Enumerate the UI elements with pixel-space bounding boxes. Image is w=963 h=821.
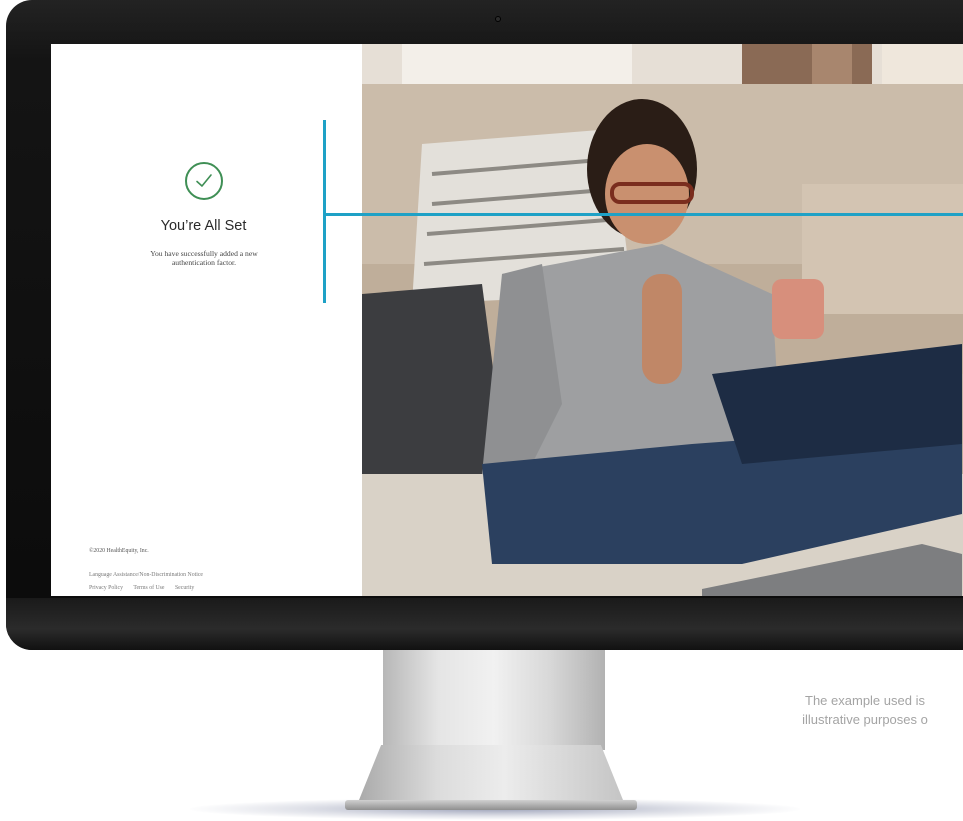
bezel-chin — [6, 598, 963, 650]
security-link[interactable]: Security — [175, 585, 194, 591]
footer-links: Language Assistance/Non-Discrimination N… — [89, 569, 309, 595]
disclaimer-line-1: The example used is — [805, 693, 925, 708]
screen: You’re All Set You have successfully add… — [51, 44, 963, 596]
hero-photo-illustration — [362, 44, 963, 596]
page-title: You’re All Set — [160, 218, 247, 234]
auth-panel: You’re All Set You have successfully add… — [51, 44, 362, 596]
callout-line-vertical — [323, 120, 326, 303]
hero-photo — [362, 44, 963, 596]
disclaimer-line-2: illustrative purposes o — [802, 712, 928, 727]
callout-line-horizontal — [323, 213, 963, 216]
privacy-policy-link[interactable]: Privacy Policy — [89, 585, 123, 591]
monitor-base — [345, 800, 637, 810]
monitor-stand-foot — [357, 745, 625, 805]
success-message: You have successfully added a new authen… — [150, 249, 258, 267]
camera-dot — [495, 16, 501, 22]
check-icon — [185, 162, 223, 200]
language-assistance-link[interactable]: Language Assistance/Non-Discrimination N… — [89, 572, 203, 578]
monitor-stand — [383, 650, 605, 750]
terms-of-use-link[interactable]: Terms of Use — [133, 585, 164, 591]
disclaimer-text: The example used is illustrative purpose… — [735, 691, 963, 729]
copyright-text: ©2020 HealthEquity, Inc. — [89, 548, 149, 554]
